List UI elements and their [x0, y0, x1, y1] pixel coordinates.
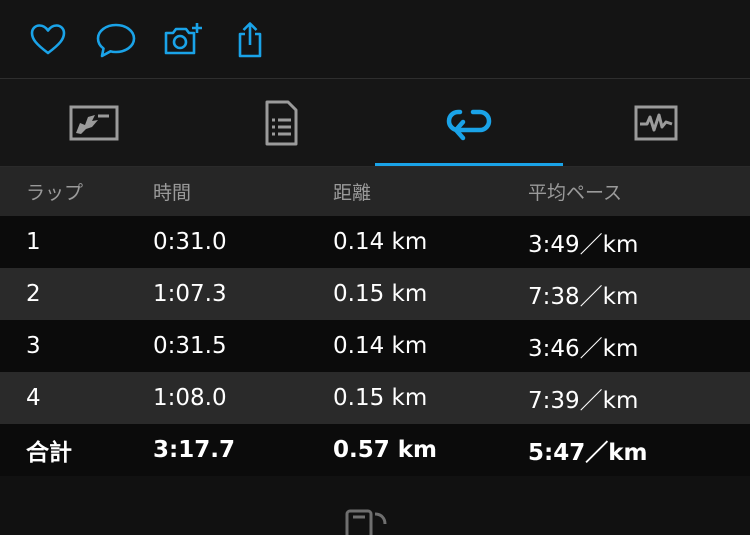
comment-button[interactable]	[94, 18, 138, 62]
share-button[interactable]	[228, 18, 272, 62]
lap-distance: 0.15 km	[333, 372, 427, 424]
table-row: 1 0:31.0 0.14 km 3:49／km	[0, 216, 750, 268]
tab-map[interactable]	[0, 79, 188, 166]
device-sync-icon	[344, 505, 400, 535]
total-distance: 0.57 km	[333, 424, 437, 476]
table-row: 4 1:08.0 0.15 km 7:39／km	[0, 372, 750, 424]
lap-distance: 0.14 km	[333, 216, 427, 268]
total-label: 合計	[26, 424, 72, 476]
tab-details[interactable]	[188, 79, 376, 166]
table-header: ラップ 時間 距離 平均ペース	[0, 167, 750, 216]
tab-chart[interactable]	[563, 79, 750, 166]
heart-icon	[28, 20, 68, 60]
total-row: 合計 3:17.7 0.57 km 5:47／km	[0, 424, 750, 476]
laps-table: ラップ 時間 距離 平均ペース 1 0:31.0 0.14 km 3:49／km…	[0, 167, 750, 476]
column-header-distance: 距離	[333, 167, 371, 216]
lap-pace: 7:38／km	[528, 268, 638, 320]
tab-laps[interactable]	[375, 79, 563, 166]
table-row: 3 0:31.5 0.14 km 3:46／km	[0, 320, 750, 372]
comment-icon	[94, 20, 138, 60]
lap-pace: 7:39／km	[528, 372, 638, 424]
table-row: 2 1:07.3 0.15 km 7:38／km	[0, 268, 750, 320]
add-photo-button[interactable]	[161, 18, 205, 62]
add-photo-icon	[161, 20, 205, 60]
lap-time: 0:31.0	[153, 216, 227, 268]
lap-number: 2	[26, 268, 41, 320]
column-header-lap: ラップ	[26, 167, 83, 216]
lap-pace: 3:46／km	[528, 320, 638, 372]
lap-time: 1:08.0	[153, 372, 227, 424]
lap-number: 4	[26, 372, 41, 424]
laps-icon	[444, 105, 494, 141]
lap-distance: 0.14 km	[333, 320, 427, 372]
total-time: 3:17.7	[153, 424, 235, 476]
lap-pace: 3:49／km	[528, 216, 638, 268]
lap-number: 1	[26, 216, 41, 268]
map-icon	[68, 103, 120, 143]
chart-icon	[633, 103, 679, 143]
lap-distance: 0.15 km	[333, 268, 427, 320]
lap-time: 1:07.3	[153, 268, 227, 320]
share-icon	[230, 20, 270, 60]
details-icon	[261, 99, 301, 147]
column-header-pace: 平均ペース	[528, 167, 622, 216]
total-pace: 5:47／km	[528, 424, 647, 476]
column-header-time: 時間	[153, 167, 191, 216]
like-button[interactable]	[26, 18, 70, 62]
action-bar	[0, 0, 750, 78]
tab-bar	[0, 79, 750, 166]
lap-number: 3	[26, 320, 41, 372]
lap-time: 0:31.5	[153, 320, 227, 372]
